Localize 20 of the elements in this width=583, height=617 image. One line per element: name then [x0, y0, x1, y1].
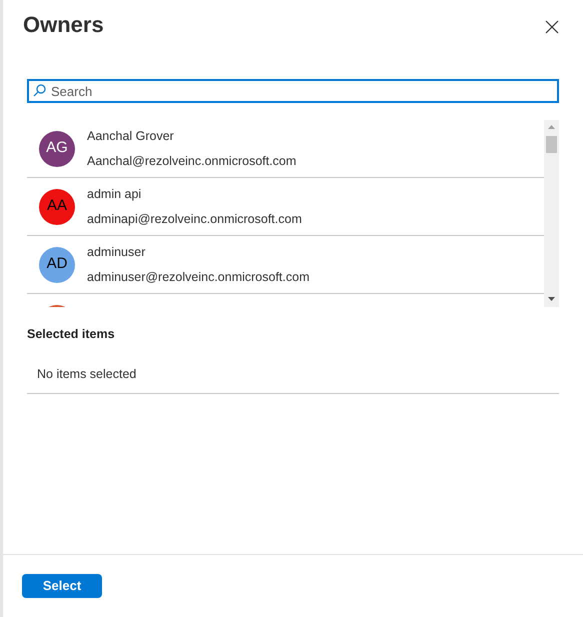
- avatar: AG: [39, 130, 75, 166]
- user-name: adminuser: [87, 244, 146, 261]
- search-field[interactable]: Search: [27, 79, 559, 103]
- avatar: AA: [39, 188, 75, 224]
- empty-selection-text: No items selected: [37, 366, 136, 381]
- select-button[interactable]: Select: [22, 574, 102, 598]
- search-icon: [33, 84, 46, 97]
- user-email: Aanchal@rezolveinc.onmicrosoft.com: [87, 152, 296, 170]
- user-list-item[interactable]: AA admin api adminapi@rezolveinc.onmicrosoft.com: [27, 178, 544, 236]
- user-list-item[interactable]: AG Aanchal Grover Aanchal@rezolveinc.onmicrosoft.com: [27, 120, 544, 178]
- section-heading: Selected items: [27, 326, 116, 343]
- user-name: Aanchal Grover: [87, 128, 175, 145]
- avatar: AD: [39, 246, 75, 282]
- user-email: adminapi@rezolveinc.onmicrosoft.com: [87, 210, 302, 228]
- user-name: admin api: [87, 186, 142, 203]
- panel-title: Owners: [23, 11, 104, 39]
- user-list-item[interactable]: AD adminuser adminuser@rezolveinc.onmicrosoft.com: [27, 236, 544, 294]
- close-icon[interactable]: [545, 20, 559, 34]
- scrollbar[interactable]: [544, 120, 559, 307]
- user-email: adminuser@rezolveinc.onmicrosoft.com: [87, 268, 310, 286]
